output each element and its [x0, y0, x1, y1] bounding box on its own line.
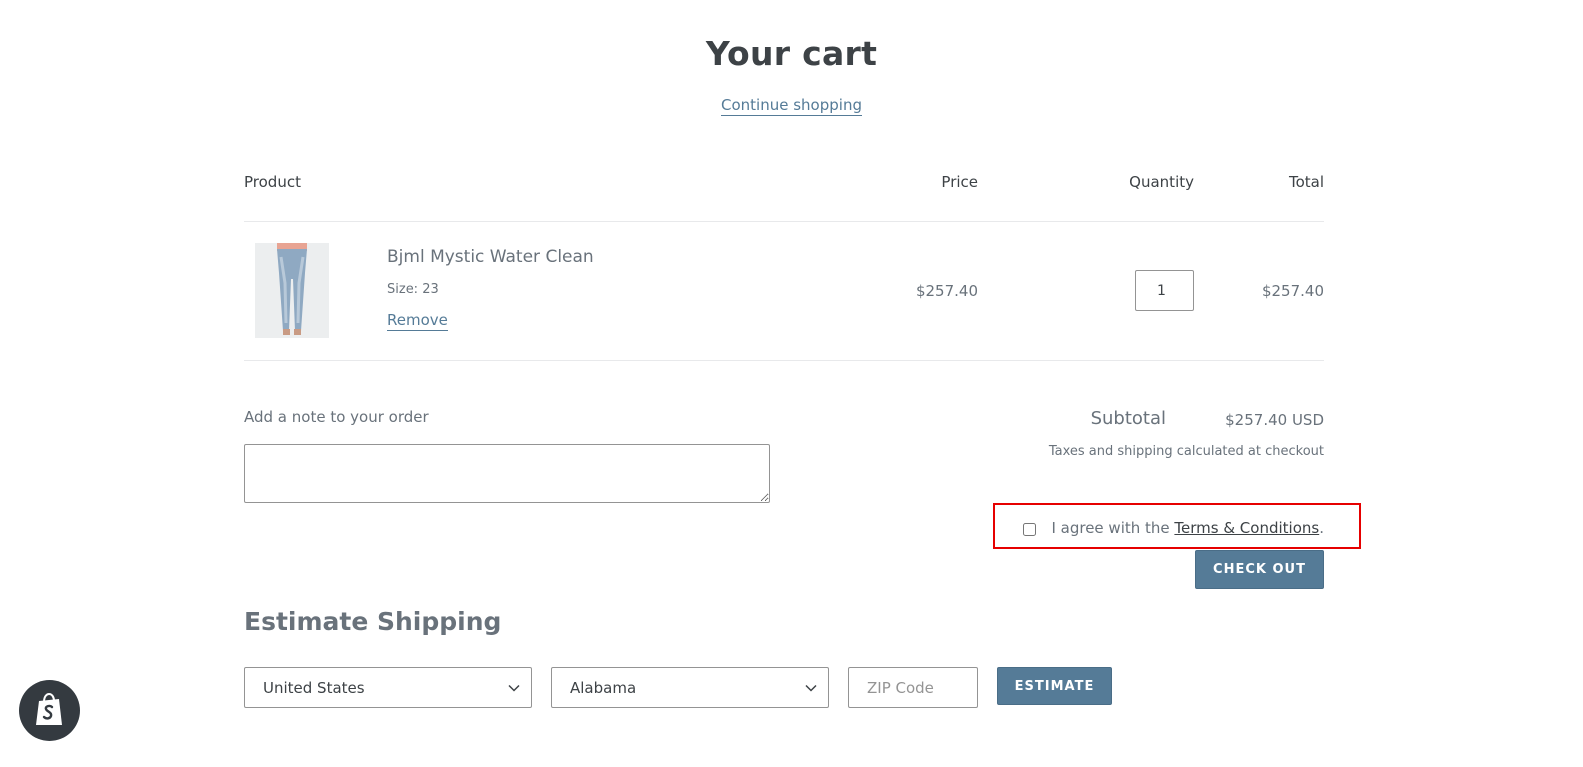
cart-item-variant: Size: 23 — [387, 282, 439, 297]
terms-prefix: I agree with the — [1051, 519, 1175, 537]
cart-item-title[interactable]: Bjml Mystic Water Clean — [387, 247, 594, 267]
quantity-input[interactable] — [1135, 270, 1194, 311]
order-note-textarea[interactable] — [244, 444, 770, 503]
jeans-image — [255, 243, 329, 338]
province-select-value: Alabama — [570, 679, 637, 697]
estimate-shipping-heading: Estimate Shipping — [244, 607, 502, 636]
terms-suffix: . — [1319, 519, 1324, 537]
terms-checkbox[interactable] — [1023, 523, 1036, 536]
continue-shopping-link[interactable]: Continue shopping — [721, 96, 862, 116]
terms-conditions-link[interactable]: Terms & Conditions — [1174, 519, 1319, 537]
estimate-button[interactable]: ESTIMATE — [997, 667, 1112, 705]
chevron-down-icon — [508, 684, 520, 692]
zip-code-input[interactable] — [848, 667, 978, 708]
terms-agreement-text: I agree with the Terms & Conditions. — [1051, 519, 1324, 537]
cart-item-price: $257.40 — [915, 282, 978, 300]
column-header-price: Price — [941, 173, 978, 191]
subtotal-value: $257.40 USD — [1225, 411, 1324, 429]
checkout-button[interactable]: CHECK OUT — [1195, 550, 1324, 589]
order-note-label: Add a note to your order — [244, 408, 429, 426]
country-select[interactable]: United States — [244, 667, 532, 708]
country-select-value: United States — [263, 679, 365, 697]
chevron-down-icon — [805, 684, 817, 692]
continue-shopping-wrapper: Continue shopping — [0, 95, 1583, 116]
cart-item-total: $257.40 — [1261, 282, 1324, 300]
remove-item-link[interactable]: Remove — [387, 311, 448, 331]
column-header-total: Total — [1288, 173, 1324, 191]
column-header-quantity: Quantity — [1129, 173, 1194, 191]
page-title: Your cart — [705, 34, 878, 73]
shopify-bag-icon — [36, 692, 62, 725]
shopify-badge[interactable] — [19, 680, 80, 741]
tax-shipping-note: Taxes and shipping calculated at checkou… — [1048, 444, 1324, 459]
column-header-product: Product — [244, 173, 301, 191]
subtotal-label: Subtotal — [1090, 408, 1166, 429]
province-select[interactable]: Alabama — [551, 667, 829, 708]
divider — [244, 360, 1324, 361]
divider — [244, 221, 1324, 222]
product-thumbnail[interactable] — [255, 243, 329, 338]
